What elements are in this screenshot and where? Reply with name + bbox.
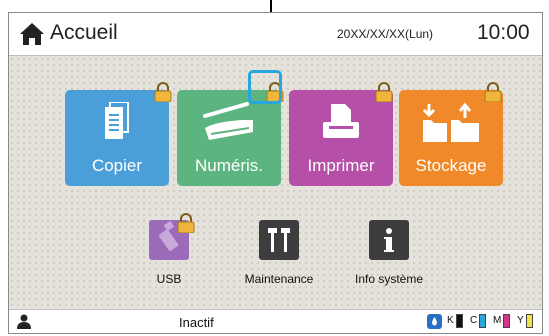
lock-icon	[375, 82, 393, 102]
tools-icon	[268, 228, 290, 252]
ink-level-c	[479, 314, 486, 328]
printer-icon	[323, 104, 359, 138]
ink-level-m	[503, 314, 510, 328]
ink-label-k: K	[447, 315, 454, 326]
home-icon[interactable]	[19, 22, 45, 46]
info-icon	[384, 228, 394, 252]
scanner-icon	[203, 102, 253, 140]
scan-button[interactable]: Numéris.	[177, 90, 281, 186]
machine-status: Inactif	[179, 315, 214, 330]
system-info-label: Info système	[354, 272, 424, 286]
storage-label: Stockage	[415, 156, 487, 175]
print-label: Imprimer	[307, 156, 375, 175]
header-bar: Accueil 20XX/XX/XX(Lun) 10:00	[9, 13, 542, 56]
date-display: 20XX/XX/XX(Lun)	[337, 27, 434, 41]
ink-level-y	[526, 314, 533, 328]
lock-icon	[177, 213, 195, 233]
lock-icon	[154, 82, 172, 102]
ink-label-m: M	[493, 315, 502, 326]
ink-level-k	[456, 314, 463, 328]
copy-icon	[105, 102, 129, 139]
usb-label: USB	[156, 272, 182, 286]
scan-label: Numéris.	[194, 156, 263, 175]
time-display: 10:00	[477, 21, 530, 44]
maintenance-label: Maintenance	[244, 272, 314, 286]
lock-callout-highlight	[248, 70, 282, 104]
maintenance-button[interactable]	[259, 220, 299, 260]
print-button[interactable]: Imprimer	[289, 90, 393, 186]
lock-icon	[484, 82, 502, 102]
touch-panel-screen: Accueil 20XX/XX/XX(Lun) 10:00 Copier Num…	[8, 12, 543, 334]
user-icon[interactable]	[17, 314, 31, 329]
copy-button[interactable]: Copier	[65, 90, 169, 186]
status-bar: Inactif K C M Y	[9, 309, 542, 333]
ink-label-c: C	[470, 315, 478, 326]
ink-drop-icon[interactable]	[427, 314, 442, 329]
folder-storage-icon	[422, 102, 479, 142]
copy-label: Copier	[91, 156, 143, 175]
page-title: Accueil	[50, 21, 118, 44]
ink-label-y: Y	[517, 315, 524, 326]
system-info-button[interactable]	[369, 220, 409, 260]
storage-button[interactable]: Stockage	[399, 90, 503, 186]
